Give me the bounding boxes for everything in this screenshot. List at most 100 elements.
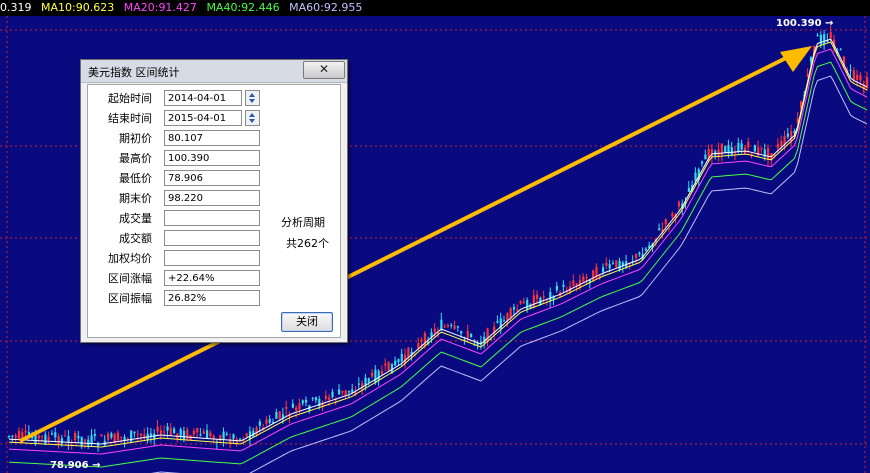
candle-body [143, 434, 146, 437]
candle-body [120, 436, 123, 438]
candle-body [130, 430, 133, 442]
candle-body [420, 339, 423, 342]
candle-body [526, 299, 529, 310]
close-button[interactable]: 关闭 [281, 312, 333, 332]
stat-row: 期末价 98.220 [88, 190, 278, 208]
stat-value-field[interactable] [164, 210, 260, 226]
candle-body [849, 69, 852, 71]
candle-body [17, 430, 21, 439]
candle-body [644, 248, 648, 251]
stat-label: 起始时间 [108, 92, 152, 105]
date-field[interactable]: 2014-04-01 [164, 90, 242, 106]
candle-body [166, 426, 169, 431]
candle-body [776, 144, 780, 148]
stat-value-field[interactable] [164, 250, 260, 266]
stat-value-field[interactable]: 98.220 [164, 190, 260, 206]
candle-body [83, 439, 87, 442]
candle-body [743, 147, 747, 154]
candle-body [275, 411, 278, 419]
candle-body [331, 391, 334, 398]
candle-body [859, 75, 862, 81]
candle-body [377, 370, 380, 381]
candle-body [80, 436, 83, 447]
candle-body [856, 74, 859, 81]
ma10-value: MA10:90.623 [41, 1, 115, 14]
candle-body [44, 434, 47, 444]
candle-body [265, 419, 268, 424]
stat-row: 加权均价 [88, 250, 278, 268]
close-icon[interactable]: ✕ [303, 61, 345, 79]
candle-body [400, 353, 403, 362]
candle-body [664, 219, 667, 225]
candle-body [549, 291, 552, 302]
candle-body [371, 372, 374, 377]
candle-body [37, 435, 40, 439]
stat-label: 最低价 [119, 172, 152, 185]
candle-body [423, 333, 426, 347]
candle-body [806, 74, 809, 76]
candle-body [136, 433, 139, 435]
spin-down-icon[interactable] [249, 99, 255, 103]
ma60-value: MA60:92.955 [289, 1, 363, 14]
candle-body [602, 267, 605, 272]
stat-row: 最低价 78.906 [88, 170, 278, 188]
dialog-title: 美元指数 区间统计 [88, 66, 180, 79]
candle-body [522, 301, 525, 304]
stat-row: 期初价 80.107 [88, 130, 278, 148]
candle-body [298, 403, 301, 410]
dialog-body: 分析周期 共262个 关闭 起始时间 2014-04-01 结束时间 2015-04-… [87, 84, 341, 338]
candle-body [11, 435, 14, 437]
candle-body [107, 433, 110, 440]
stat-value-field[interactable]: 80.107 [164, 130, 260, 146]
candle-body [100, 434, 103, 437]
candle-body [532, 295, 535, 308]
candle-body [314, 397, 318, 401]
stat-value-field[interactable] [164, 230, 260, 246]
candle-body [701, 161, 704, 164]
candle-body [199, 434, 202, 436]
stat-label: 期末价 [119, 192, 152, 205]
stat-value-field[interactable]: 78.906 [164, 170, 260, 186]
candle-body [285, 406, 288, 409]
spin-down-icon[interactable] [249, 119, 255, 123]
candle-body [357, 383, 360, 385]
candle-body [443, 326, 446, 328]
dialog-title-bar[interactable]: 美元指数 区间统计 ✕ [81, 60, 347, 83]
candle-body [687, 187, 690, 192]
candle-body [433, 328, 436, 333]
candle-body [496, 321, 499, 323]
candle-body [338, 389, 341, 395]
stat-value-field[interactable]: 100.390 [164, 150, 260, 166]
spin-up-icon[interactable] [249, 113, 255, 117]
date-field[interactable]: 2015-04-01 [164, 110, 242, 126]
stat-value-field[interactable]: 26.82% [164, 290, 260, 306]
stat-value-field[interactable]: +22.64% [164, 270, 260, 286]
moving-average-legend: 0.319 MA10:90.623 MA20:91.427 MA40:92.44… [0, 0, 870, 16]
candle-body [258, 421, 261, 426]
candle-body [116, 432, 120, 441]
candle-body [281, 414, 285, 418]
ma40-value: MA40:92.446 [206, 1, 280, 14]
date-spinner-icon[interactable] [245, 90, 260, 106]
candle-body [41, 435, 44, 437]
stat-row: 成交量 [88, 210, 278, 228]
date-spinner-icon[interactable] [245, 110, 260, 126]
candle-body [305, 399, 308, 403]
candle-body [278, 411, 281, 419]
stat-label: 区间涨幅 [108, 272, 152, 285]
candle-body [740, 143, 743, 150]
candle-body [677, 201, 681, 207]
candle-body [301, 400, 304, 404]
candle-body [446, 325, 450, 327]
stat-label: 成交额 [119, 232, 152, 245]
candle-body [780, 140, 783, 147]
candle-body [93, 434, 96, 436]
stat-label: 区间振幅 [108, 292, 152, 305]
candle-body [380, 371, 384, 375]
stat-row: 区间涨幅 +22.64% [88, 270, 278, 288]
range-statistics-dialog: 美元指数 区间统计 ✕ 分析周期 共262个 关闭 起始时间 2014-04-01… [80, 59, 348, 343]
low-price-label: 78.906 → [50, 460, 101, 471]
stat-row: 最高价 100.390 [88, 150, 278, 168]
candle-body [156, 426, 159, 432]
spin-up-icon[interactable] [249, 93, 255, 97]
